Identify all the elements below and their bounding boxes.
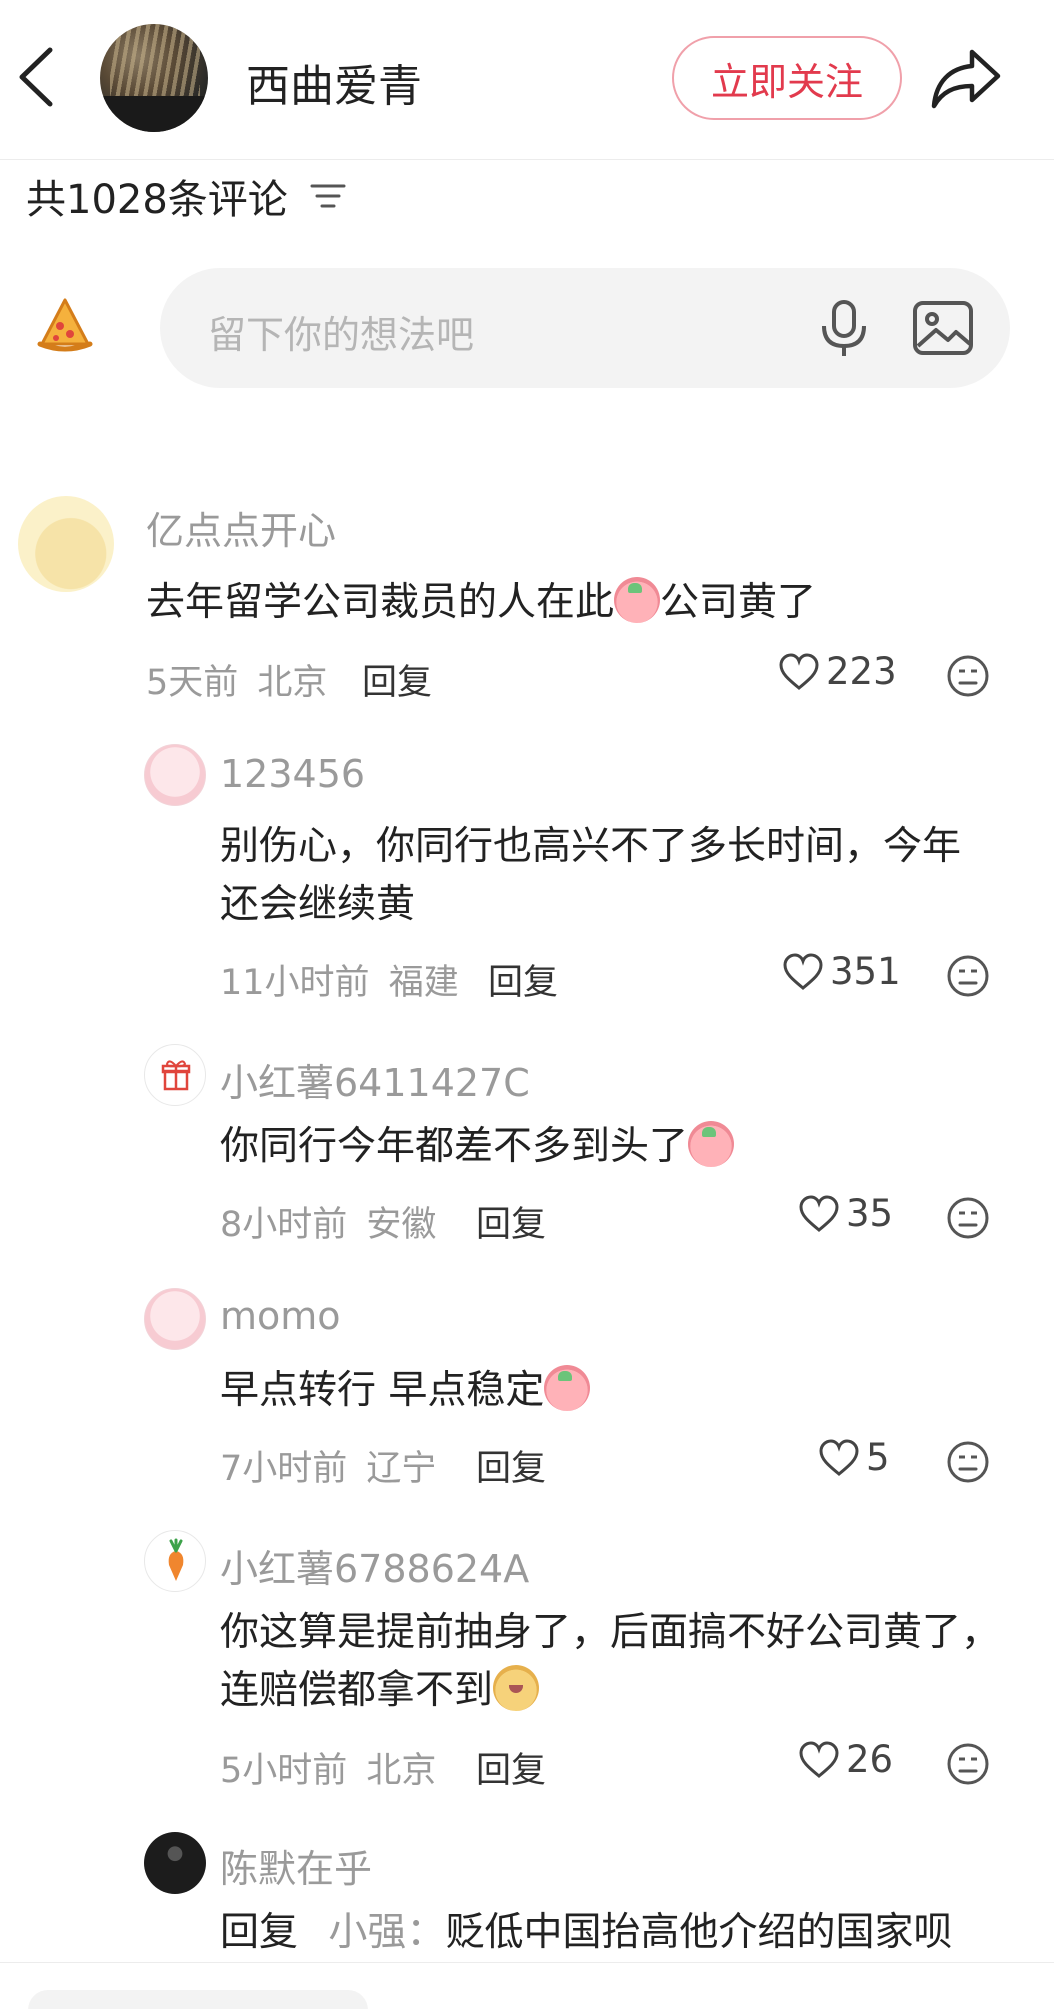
comment-text: 早点转行 早点稳定 [220, 1362, 990, 1420]
like-button[interactable]: 223 [778, 650, 897, 693]
like-button[interactable]: 35 [798, 1192, 893, 1235]
comment-time: 7小时前 [220, 1449, 348, 1489]
commenter-name[interactable]: momo [220, 1294, 341, 1338]
commenter-avatar[interactable] [144, 744, 206, 806]
bottom-divider [0, 1962, 1054, 1963]
comment-count-row: 共1028条评论 [26, 166, 346, 226]
dog-sticker-icon [493, 1665, 540, 1711]
comment-input[interactable]: 留下你的想法吧 [160, 268, 1010, 388]
commenter-avatar[interactable] [18, 496, 114, 592]
commenter-name[interactable]: 小红薯6411427C [220, 1052, 530, 1107]
comment-location: 北京 [257, 663, 328, 703]
comment-time: 11小时前 [220, 963, 370, 1003]
reply-button[interactable]: 回复 [362, 654, 432, 705]
emoji-reaction-icon[interactable] [946, 654, 990, 698]
commenter-avatar[interactable] [144, 1832, 206, 1894]
heart-icon [819, 1438, 859, 1476]
comment-text-part: 贬低中国抬高他介绍的国家呗 [445, 1910, 953, 1955]
comment-text-part: 你同行今年都差不多到头了 [220, 1124, 689, 1169]
share-icon[interactable] [930, 46, 1002, 110]
commenter-avatar[interactable] [144, 1530, 206, 1592]
sort-filter-icon[interactable] [310, 180, 346, 212]
reply-to-name[interactable]: 小强： [328, 1910, 445, 1955]
comment-meta: 8小时前 安徽 [220, 1196, 436, 1247]
reply-button[interactable]: 回复 [488, 954, 558, 1005]
comment-text: 去年留学公司裁员的人在此 公司黄了 [146, 574, 966, 632]
reply-button[interactable]: 回复 [476, 1742, 546, 1793]
author-name[interactable]: 西曲爱青 [246, 50, 422, 114]
comment-location: 福建 [388, 963, 459, 1003]
my-avatar-pizza-icon [37, 298, 93, 352]
emoji-reaction-icon[interactable] [946, 954, 990, 998]
comment-input-placeholder: 留下你的想法吧 [208, 313, 475, 357]
commenter-avatar[interactable] [144, 1044, 206, 1106]
comment-location: 辽宁 [366, 1449, 437, 1489]
like-count: 223 [826, 650, 897, 693]
reply-button[interactable]: 回复 [476, 1440, 546, 1491]
heart-icon [799, 1194, 839, 1232]
comment-text: 你这算是提前抽身了，后面搞不好公司黄了，连赔偿都拿不到 [220, 1604, 1000, 1720]
comment-text-part: 去年留学公司裁员的人在此 [146, 580, 615, 625]
comment-location: 安徽 [366, 1205, 437, 1245]
comment-meta: 5小时前 北京 [220, 1742, 436, 1793]
comment-meta: 5天前 北京 [146, 654, 327, 705]
heart-icon [779, 652, 819, 690]
emoji-reaction-icon[interactable] [946, 1196, 990, 1240]
emoji-reaction-icon[interactable] [946, 1440, 990, 1484]
comment-time: 8小时前 [220, 1205, 348, 1245]
comment-location: 北京 [366, 1751, 437, 1791]
comment-count: 共1028条评论 [26, 177, 288, 223]
comment-text-part: 你这算是提前抽身了，后面搞不好公司黄了，连赔偿都拿不到 [220, 1610, 1001, 1713]
like-button[interactable]: 5 [818, 1436, 890, 1479]
like-count: 35 [846, 1192, 894, 1235]
like-button[interactable]: 26 [798, 1738, 893, 1781]
microphone-icon[interactable] [816, 298, 872, 360]
heart-icon [799, 1740, 839, 1778]
author-avatar[interactable] [100, 24, 208, 132]
top-bar: 西曲爱青 立即关注 [0, 0, 1054, 160]
commenter-name[interactable]: 123456 [220, 752, 365, 796]
commenter-name[interactable]: 陈默在乎 [220, 1838, 372, 1893]
comment-text-part: 早点转行 早点稳定 [220, 1368, 545, 1413]
image-icon[interactable] [912, 300, 974, 356]
comment-time: 5小时前 [220, 1751, 348, 1791]
comment-text: 别伤心，你同行也高兴不了多长时间，今年还会继续黄 [220, 824, 962, 927]
emoji-reaction-icon[interactable] [946, 1742, 990, 1786]
heart-icon [783, 952, 823, 990]
comment-meta: 7小时前 辽宁 [220, 1440, 436, 1491]
crying-sticker-icon [614, 577, 661, 623]
comment-text: 回复 小强：贬低中国抬高他介绍的国家呗 [220, 1904, 1020, 1962]
comment-text-part: 公司黄了 [660, 580, 817, 625]
bottom-input-bar[interactable] [28, 1990, 368, 2009]
like-count: 5 [866, 1436, 890, 1479]
reply-button[interactable]: 回复 [476, 1196, 546, 1247]
commenter-avatar[interactable] [144, 1288, 206, 1350]
follow-button[interactable]: 立即关注 [672, 36, 902, 120]
commenter-name[interactable]: 小红薯6788624A [220, 1538, 529, 1593]
commenter-name[interactable]: 亿点点开心 [146, 500, 336, 555]
reply-prefix: 回复 [220, 1910, 299, 1955]
comment-text: 你同行今年都差不多到头了 [220, 1118, 990, 1176]
crying-sticker-icon [688, 1121, 735, 1167]
comment-meta: 11小时前 福建 [220, 954, 459, 1005]
like-button[interactable]: 351 [782, 950, 901, 993]
gift-icon [161, 1060, 191, 1091]
comment-time: 5天前 [146, 663, 239, 703]
like-count: 351 [830, 950, 901, 993]
carrot-icon [168, 1538, 184, 1581]
back-arrow-icon[interactable] [14, 44, 60, 110]
like-count: 26 [846, 1738, 894, 1781]
crying-sticker-icon [544, 1365, 591, 1411]
